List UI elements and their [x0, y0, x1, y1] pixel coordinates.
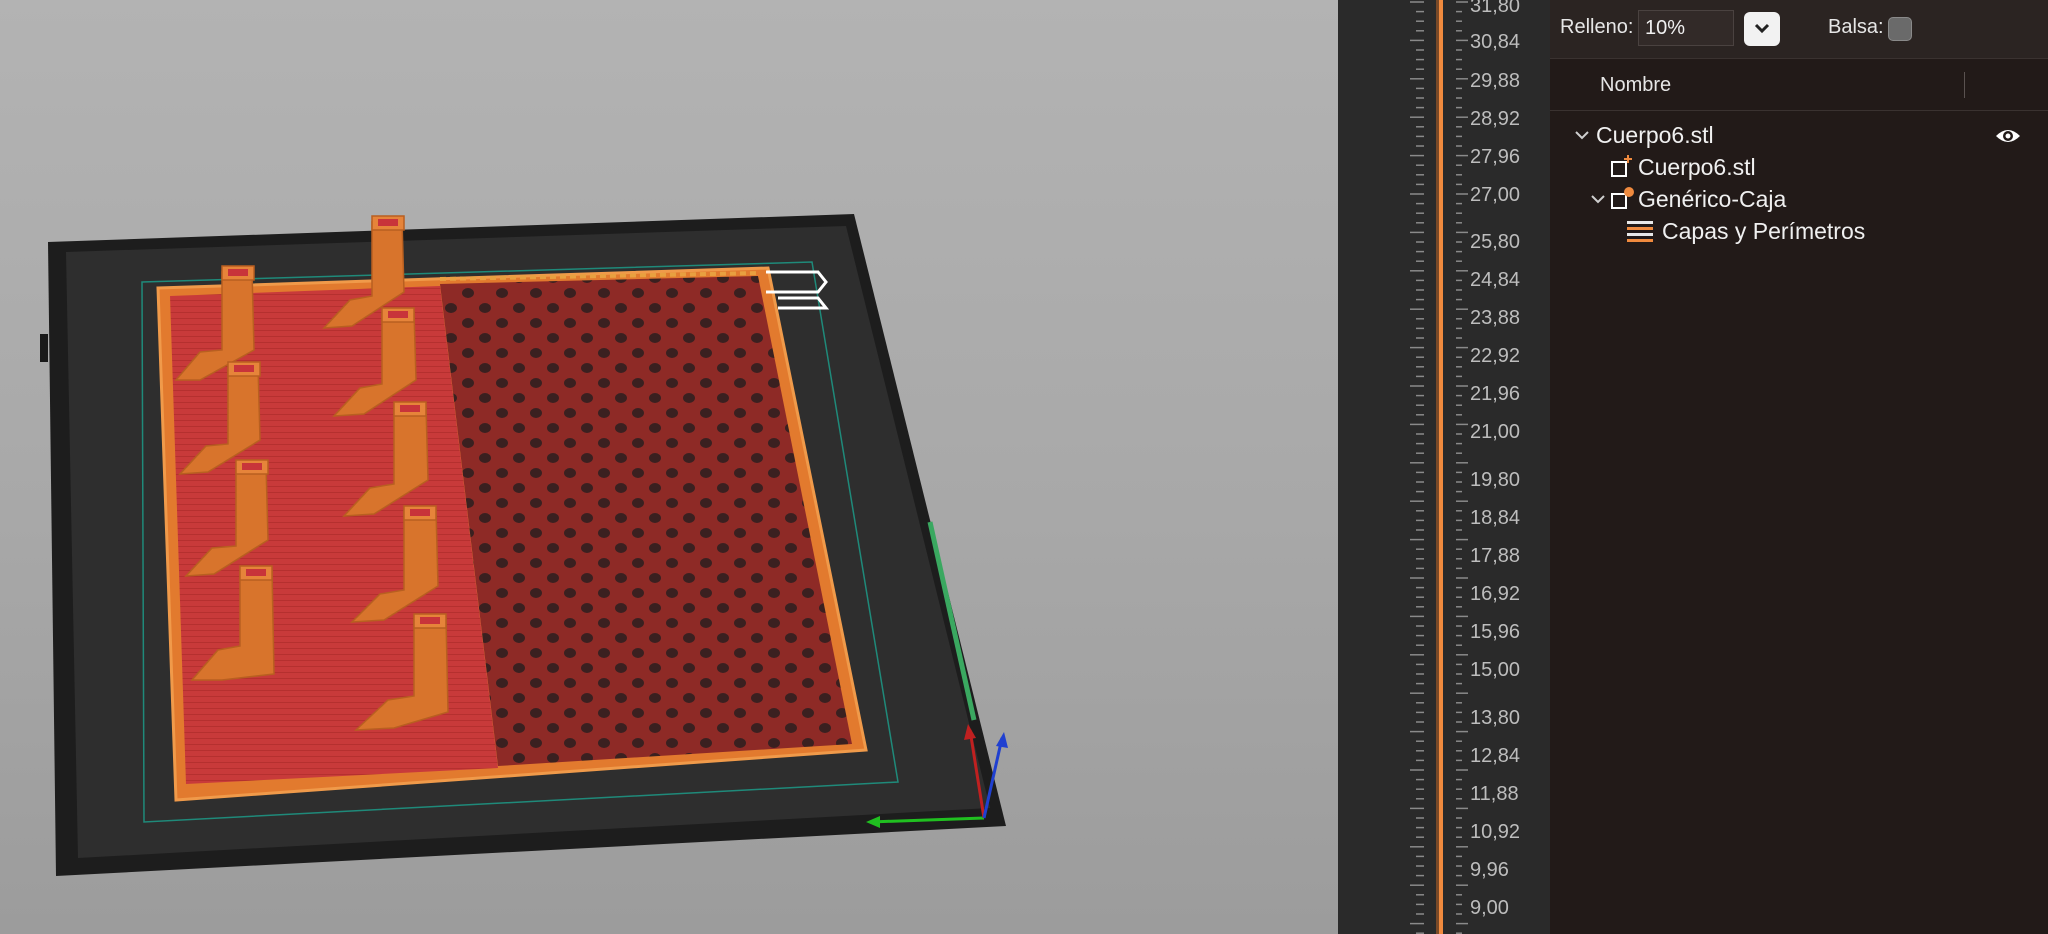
chevron-down-icon [1754, 23, 1770, 34]
layer-height-label: 27,96 [1470, 146, 1521, 168]
settings-sidebar: Relleno: Balsa: Nombre Cuerpo6.stl Cuerp [1550, 0, 2048, 934]
3d-viewport[interactable] [0, 0, 1338, 934]
eye-icon[interactable] [1994, 126, 2022, 146]
tree-row-root[interactable]: Cuerpo6.stl [1574, 120, 2034, 150]
object-list-header: Nombre [1550, 58, 2048, 111]
layer-height-label: 18,84 [1470, 507, 1521, 529]
layer-height-label: 22,92 [1470, 345, 1521, 367]
raft-label: Balsa: [1828, 16, 1884, 38]
layer-height-label: 9,00 [1470, 897, 1509, 919]
layer-height-label: 21,96 [1470, 383, 1521, 405]
infill-label: Relleno: [1560, 16, 1634, 38]
layer-height-label: 17,88 [1470, 545, 1521, 567]
chevron-down-icon[interactable] [1590, 194, 1606, 206]
layer-height-label: 21,00 [1470, 421, 1521, 443]
print-settings-bar: Relleno: Balsa: [1550, 0, 2048, 59]
layer-height-label: 19,80 [1470, 469, 1521, 491]
layer-height-label: 9,96 [1470, 859, 1509, 881]
layer-slider-track[interactable] [1439, 0, 1443, 934]
chevron-down-icon[interactable] [1574, 130, 1590, 142]
tree-item-label: Cuerpo6.stl [1638, 154, 1756, 180]
tree-item-label: Cuerpo6.stl [1596, 122, 1714, 148]
layer-height-label: 27,00 [1470, 184, 1521, 206]
layers-icon [1627, 221, 1653, 242]
add-part-icon [1611, 155, 1632, 177]
layer-height-label: 25,80 [1470, 231, 1521, 253]
layer-height-label: 30,84 [1470, 31, 1521, 53]
column-divider [1964, 72, 1965, 98]
layer-height-label: 15,96 [1470, 621, 1521, 643]
layer-height-label: 13,80 [1470, 707, 1521, 729]
tree-row-material[interactable]: Genérico-Caja [1590, 184, 2010, 214]
layer-height-label: 28,92 [1470, 108, 1521, 130]
tree-row-settings[interactable]: Capas y Perímetros [1626, 216, 2026, 246]
tree-item-label: Capas y Perímetros [1662, 218, 1866, 244]
layer-height-label: 11,88 [1470, 783, 1519, 805]
layer-height-label: 16,92 [1470, 583, 1521, 605]
layer-height-label: 10,92 [1470, 821, 1521, 843]
layer-height-label: 23,88 [1470, 307, 1521, 329]
tree-row-mesh[interactable]: Cuerpo6.stl [1610, 152, 2010, 182]
tree-item-label: Genérico-Caja [1638, 186, 1787, 212]
print-bed-scene [40, 214, 1008, 876]
material-icon [1611, 187, 1634, 209]
raft-checkbox[interactable] [1888, 17, 1912, 41]
infill-dropdown-button[interactable] [1744, 12, 1780, 46]
infill-input[interactable] [1638, 10, 1734, 46]
layer-height-label: 24,84 [1470, 269, 1521, 291]
layer-height-label: 12,84 [1470, 745, 1521, 767]
layer-height-label: 31,80 [1470, 0, 1521, 17]
layer-height-label: 29,88 [1470, 70, 1521, 92]
layer-height-label: 15,00 [1470, 659, 1521, 681]
name-column-header[interactable]: Nombre [1600, 74, 1671, 97]
